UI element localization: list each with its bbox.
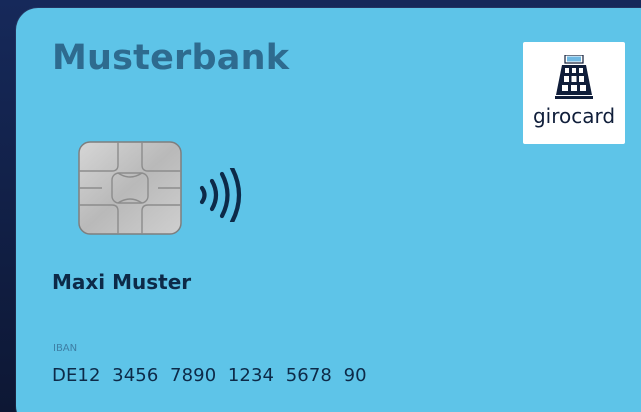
iban-number: DE12 3456 7890 1234 5678 90 <box>52 365 367 386</box>
cardholder-name: Maxi Muster <box>52 270 192 294</box>
iban-label: IBAN <box>53 343 78 354</box>
girocard-logo: girocard <box>523 42 625 144</box>
emv-chip-icon <box>78 141 182 235</box>
bank-card: Musterbank girocard Maxi Muster IBAN DE1… <box>16 8 641 412</box>
contactless-icon <box>199 168 242 222</box>
bank-name: Musterbank <box>52 38 290 78</box>
girocard-wordmark: girocard <box>532 104 616 128</box>
screen: Musterbank girocard Maxi Muster IBAN DE1… <box>0 0 641 412</box>
girocard-terminal-icon <box>555 55 593 99</box>
